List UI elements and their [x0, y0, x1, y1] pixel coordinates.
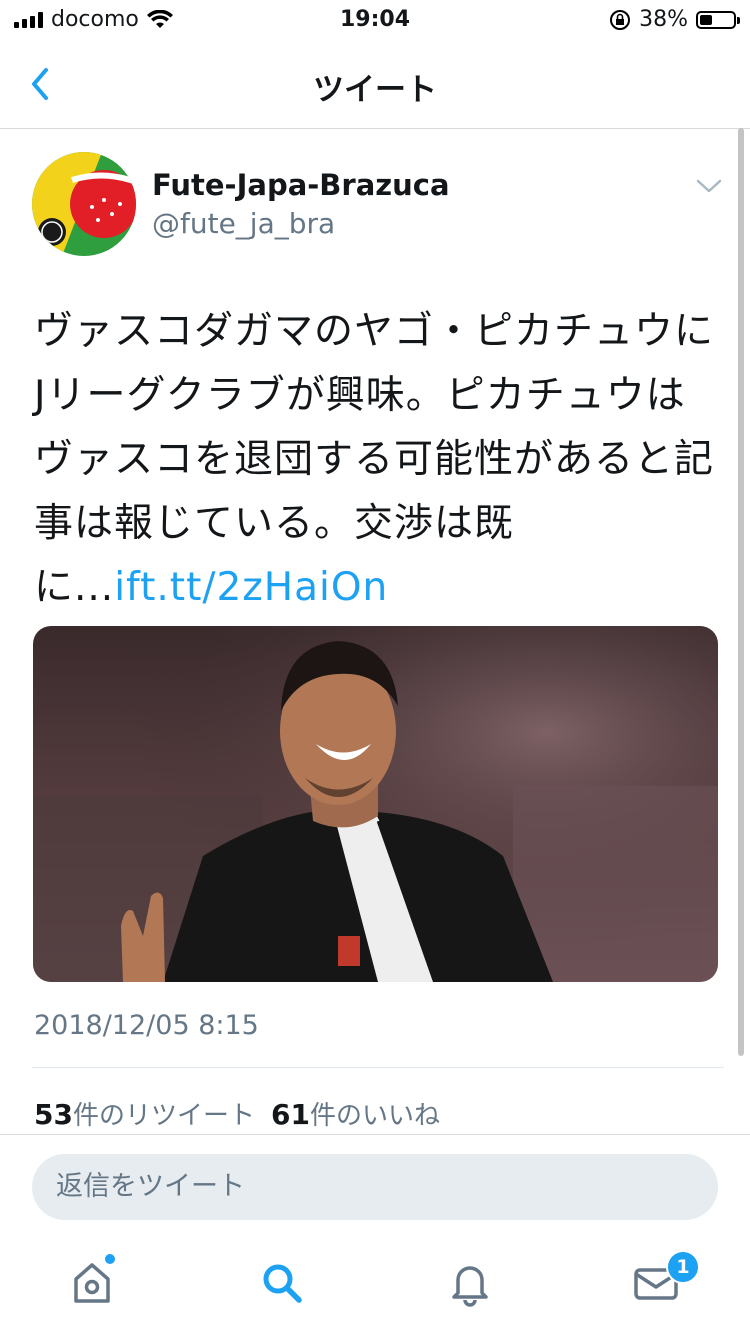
avatar[interactable] [32, 152, 136, 256]
tweet-link[interactable]: ift.tt/2zHaiOn [114, 565, 388, 610]
retweet-count: 53 [34, 1098, 73, 1131]
status-right: 38% [609, 7, 740, 32]
tweet-text: ヴァスコダガマのヤゴ・ピカチュウにJリーグクラブが興味。ピカチュウはヴァスコを退… [34, 300, 724, 620]
tweet-image[interactable] [33, 626, 718, 982]
tweet-timestamp: 2018/12/05 8:15 [34, 1010, 259, 1041]
like-label: 件のいいね [309, 1101, 440, 1131]
notifications-bell-icon[interactable] [440, 1253, 500, 1313]
navigation-bar: ツイート [0, 40, 750, 129]
reply-input[interactable]: 返信をツイート [32, 1154, 718, 1220]
retweet-label: 件のリツイート [72, 1101, 255, 1131]
messages-badge: 1 [666, 1250, 700, 1284]
home-new-indicator [105, 1254, 115, 1264]
divider [32, 1067, 724, 1068]
user-name[interactable]: Fute-Japa-Brazuca [152, 168, 450, 202]
retweets-stat[interactable]: 53件のリツイート [34, 1098, 255, 1131]
bottom-area: 返信をツイート [0, 1134, 750, 1335]
status-bar: docomo 19:04 38% [0, 0, 750, 40]
search-icon[interactable] [252, 1253, 312, 1313]
battery-percent: 38% [639, 7, 688, 32]
tweet-stats: 53件のリツイート 61件のいいね [34, 1095, 440, 1132]
rotation-lock-icon [610, 9, 631, 30]
battery-icon [696, 10, 740, 29]
likes-stat[interactable]: 61件のいいね [270, 1098, 440, 1131]
page-title: ツイート [313, 72, 437, 108]
chevron-down-icon[interactable] [694, 176, 724, 196]
scrollbar[interactable] [738, 128, 744, 1056]
like-count: 61 [270, 1098, 310, 1131]
user-handle[interactable]: @fute_ja_bra [152, 207, 335, 240]
